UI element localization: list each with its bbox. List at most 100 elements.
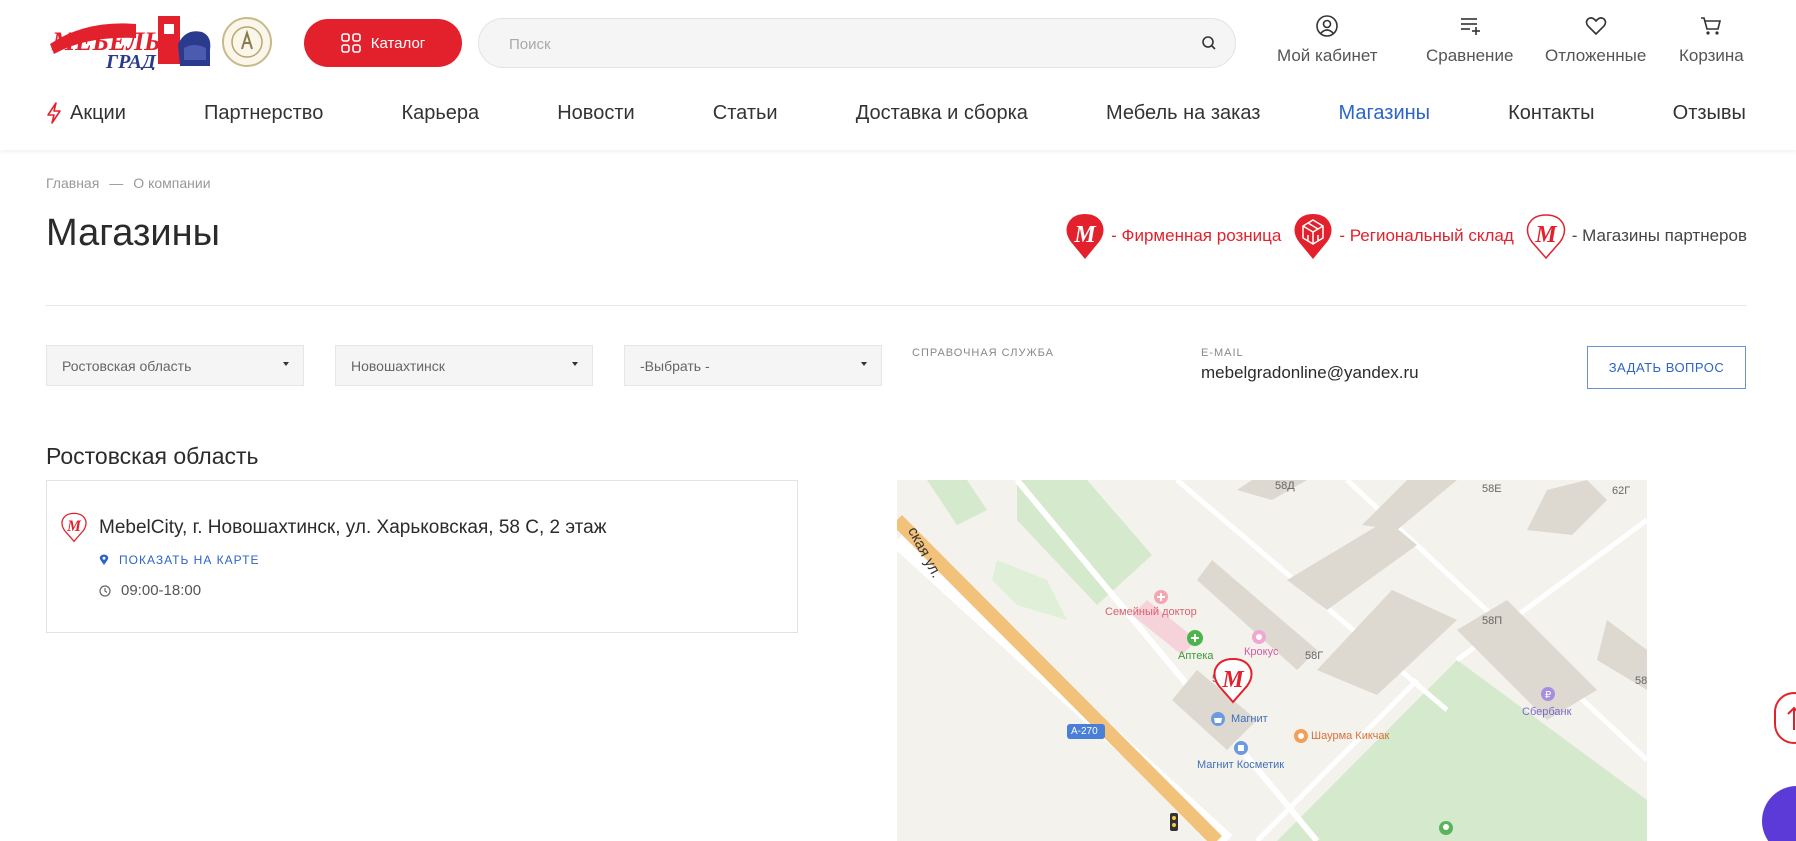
- poi-pharmacy[interactable]: Аптека: [1178, 650, 1214, 662]
- cart-label: Корзина: [1679, 46, 1744, 65]
- page-title: Магазины: [46, 212, 220, 254]
- scroll-to-top-button[interactable]: [1774, 692, 1796, 744]
- warehouse-pin-icon: [1294, 214, 1332, 259]
- search-input[interactable]: [509, 33, 1169, 55]
- compare-icon: [1460, 18, 1480, 35]
- caret-down-icon: [283, 362, 289, 366]
- clock-icon: [99, 584, 111, 597]
- catalog-button[interactable]: Каталог: [304, 19, 462, 67]
- account-label: Мой кабинет: [1277, 46, 1378, 65]
- legend-warehouse: - Региональный склад: [1293, 212, 1514, 260]
- store-legend: M - Фирменная розница - Региональный скл…: [1065, 212, 1747, 260]
- ask-question-button[interactable]: ЗАДАТЬ ВОПРОС: [1587, 346, 1746, 389]
- city-select-value: Новошахтинск: [351, 358, 445, 374]
- breadcrumb: Главная — О компании: [46, 175, 211, 191]
- arrow-up-icon: [1787, 706, 1796, 730]
- store-map-marker-icon[interactable]: M: [1213, 656, 1253, 704]
- store-map[interactable]: ская ул. А-270 58Д 58Е 62Г 58Г 58П 5 58 …: [897, 480, 1647, 841]
- poi-magnit[interactable]: Магнит: [1231, 713, 1268, 725]
- search-bar: [478, 18, 1236, 68]
- breadcrumb-home[interactable]: Главная: [46, 175, 99, 191]
- heart-icon: [1585, 17, 1606, 36]
- cart-icon: [1701, 17, 1722, 35]
- partner-pin-icon: M: [1526, 214, 1566, 260]
- store-hours-value: 09:00-18:00: [121, 582, 202, 599]
- site-header: МЕБЕЛЬ ГРАД Каталог Поиск Мой кабинет Ср…: [0, 0, 1796, 150]
- legend-partners: M - Магазины партнеров: [1526, 212, 1747, 260]
- basket-icon: [1211, 712, 1225, 726]
- show-on-map-link[interactable]: ПОКАЗАТЬ НА КАРТЕ: [99, 553, 259, 567]
- traffic-light-icon: [1170, 813, 1178, 831]
- poi-magnit-cosmetic[interactable]: Магнит Косметик: [1197, 759, 1284, 771]
- nav-item-partnership[interactable]: Партнерство: [204, 102, 323, 125]
- location-pin-icon: [99, 554, 109, 565]
- award-badge-icon: [222, 17, 272, 67]
- nav-item-news[interactable]: Новости: [557, 102, 634, 125]
- account-link[interactable]: Мой кабинет: [1277, 14, 1378, 66]
- user-icon: [1316, 15, 1339, 37]
- cart-link[interactable]: Корзина: [1679, 14, 1744, 66]
- nav-item-contacts[interactable]: Контакты: [1508, 102, 1594, 125]
- breadcrumb-separator: —: [109, 175, 124, 191]
- partner-pin-icon: M: [61, 512, 87, 543]
- poi-shawarma[interactable]: Шаурма Кикчак: [1311, 730, 1389, 742]
- compare-link[interactable]: Сравнение: [1426, 14, 1513, 66]
- svg-text:M: M: [66, 518, 82, 535]
- poi-sberbank[interactable]: Сбербанк: [1522, 706, 1571, 718]
- store-hours: 09:00-18:00: [99, 582, 201, 599]
- caret-down-icon: [861, 362, 867, 366]
- nav-item-promotions[interactable]: Акции: [46, 102, 126, 125]
- legend-retail: M - Фирменная розница: [1065, 212, 1281, 260]
- store-select-value: -Выбрать -: [640, 358, 710, 374]
- map-building-label: 58Е: [1482, 483, 1502, 495]
- main-nav: Акции Партнерство Карьера Новости Статьи…: [46, 100, 1746, 126]
- nav-item-articles[interactable]: Статьи: [713, 102, 778, 125]
- region-title: Ростовская область: [46, 443, 259, 469]
- show-on-map-label: ПОКАЗАТЬ НА КАРТЕ: [119, 553, 260, 567]
- nav-item-custom-furniture[interactable]: Мебель на заказ: [1106, 102, 1260, 125]
- divider: [46, 305, 1746, 306]
- svg-text:M: M: [1074, 222, 1098, 248]
- svg-text:M: M: [1534, 222, 1558, 248]
- breadcrumb-current[interactable]: О компании: [133, 175, 210, 191]
- retail-pin-icon: M: [1066, 214, 1104, 259]
- region-select-value: Ростовская область: [62, 358, 192, 374]
- svg-text:M: M: [1221, 667, 1245, 693]
- map-building-label: 62Г: [1612, 485, 1631, 497]
- grid-icon: [340, 33, 361, 53]
- cosmetics-icon: [1234, 741, 1248, 755]
- park-icon: [1439, 821, 1453, 835]
- svg-text:₽: ₽: [1545, 690, 1552, 701]
- map-road-badge: А-270: [1071, 726, 1098, 737]
- city-select[interactable]: Новошахтинск: [335, 345, 593, 386]
- nav-item-delivery[interactable]: Доставка и сборка: [856, 102, 1028, 125]
- store-select[interactable]: -Выбрать -: [624, 345, 882, 386]
- map-building-label: 58Д: [1275, 480, 1295, 492]
- nav-item-reviews[interactable]: Отзывы: [1673, 102, 1746, 125]
- store-card: M MebelCity, г. Новошахтинск, ул. Харько…: [46, 480, 798, 633]
- help-service-label: СПРАВОЧНАЯ СЛУЖБА: [912, 347, 1054, 359]
- nav-label: Акции: [70, 101, 126, 124]
- legend-warehouse-label: - Региональный склад: [1339, 226, 1514, 245]
- map-building-label: 58Г: [1305, 650, 1324, 662]
- legend-retail-label: - Фирменная розница: [1111, 226, 1282, 245]
- wishlist-link[interactable]: Отложенные: [1545, 14, 1646, 66]
- chat-widget-button[interactable]: [1762, 786, 1796, 841]
- map-building-label: 58: [1635, 675, 1647, 687]
- svg-text:ГРАД: ГРАД: [105, 51, 157, 70]
- mebelgrad-logo[interactable]: МЕБЕЛЬ ГРАД: [46, 14, 216, 70]
- food-icon: [1294, 729, 1308, 743]
- bank-icon: ₽: [1541, 687, 1555, 701]
- pharmacy-icon: [1187, 630, 1203, 646]
- poi-doctor[interactable]: Семейный доктор: [1105, 606, 1197, 618]
- map-canvas: [897, 480, 1647, 841]
- caret-down-icon: [572, 362, 578, 366]
- flower-icon: [1252, 630, 1266, 644]
- nav-item-stores[interactable]: Магазины: [1339, 102, 1431, 125]
- region-select[interactable]: Ростовская область: [46, 345, 304, 386]
- search-icon[interactable]: [1201, 35, 1217, 51]
- map-building-label: 58П: [1482, 615, 1503, 627]
- nav-item-career[interactable]: Карьера: [401, 102, 479, 125]
- email-value[interactable]: mebelgradonline@yandex.ru: [1201, 363, 1419, 383]
- email-label: E-MAIL: [1201, 347, 1244, 359]
